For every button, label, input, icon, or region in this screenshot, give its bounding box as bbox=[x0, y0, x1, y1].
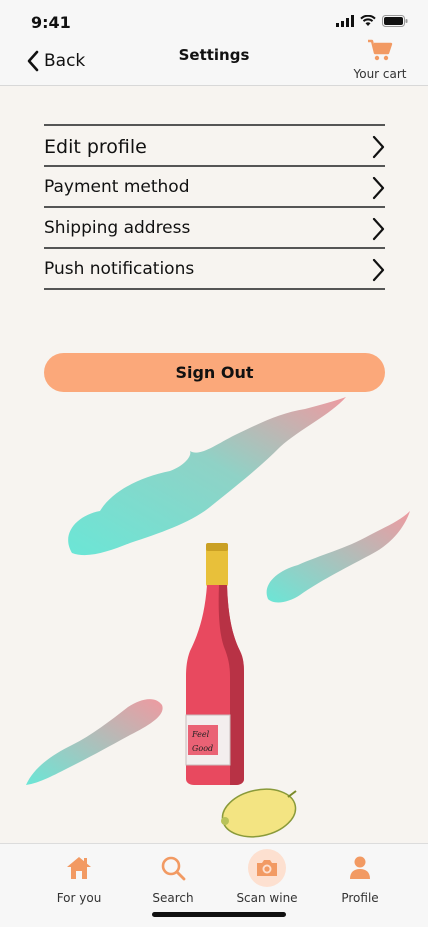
cart-button[interactable]: Your cart bbox=[350, 38, 410, 81]
settings-item-label: Shipping address bbox=[44, 218, 191, 238]
tab-label: Scan wine bbox=[236, 891, 298, 905]
home-icon bbox=[67, 857, 91, 879]
chevron-right-icon bbox=[372, 217, 385, 241]
tab-label: Profile bbox=[341, 891, 379, 905]
bottle-label-line2: Good bbox=[192, 744, 213, 753]
sign-out-button[interactable]: Sign Out bbox=[44, 353, 385, 392]
chevron-right-icon bbox=[372, 258, 385, 282]
settings-item-payment-method[interactable]: Payment method bbox=[44, 165, 385, 206]
chevron-right-icon bbox=[372, 135, 385, 159]
tab-search[interactable]: Search bbox=[130, 850, 216, 905]
settings-item-push-notifications[interactable]: Push notifications bbox=[44, 247, 385, 290]
settings-item-label: Edit profile bbox=[44, 136, 147, 158]
wifi-icon bbox=[360, 15, 376, 26]
smoke-wisp-right bbox=[266, 511, 410, 603]
settings-item-label: Payment method bbox=[44, 177, 190, 197]
tab-for-you[interactable]: For you bbox=[36, 850, 122, 905]
wine-illustration: Feel Good bbox=[26, 397, 410, 838]
smoke-wisp-bottom bbox=[26, 699, 163, 785]
smoke-wisp-large bbox=[68, 397, 346, 556]
cart-icon bbox=[368, 39, 393, 61]
bottle-label-line1: Feel bbox=[191, 730, 210, 739]
wine-bottle: Feel Good bbox=[185, 543, 244, 785]
nav-bar: Back Settings Your cart bbox=[0, 39, 428, 86]
camera-icon bbox=[248, 849, 286, 887]
search-icon bbox=[161, 856, 186, 881]
battery-icon bbox=[382, 15, 408, 27]
chevron-right-icon bbox=[372, 176, 385, 200]
tab-label: Search bbox=[152, 891, 194, 905]
lemon bbox=[221, 788, 297, 838]
tab-profile[interactable]: Profile bbox=[317, 850, 403, 905]
settings-item-label: Push notifications bbox=[44, 259, 195, 279]
tab-label: For you bbox=[56, 891, 102, 905]
settings-item-shipping-address[interactable]: Shipping address bbox=[44, 206, 385, 247]
status-time: 9:41 bbox=[31, 13, 71, 32]
cart-label: Your cart bbox=[353, 67, 407, 81]
home-indicator bbox=[152, 912, 286, 917]
settings-item-edit-profile[interactable]: Edit profile bbox=[44, 124, 385, 165]
settings-list: Edit profile Payment method Shipping add… bbox=[44, 124, 385, 290]
person-icon bbox=[350, 856, 370, 879]
tab-scan-wine[interactable]: Scan wine bbox=[224, 849, 310, 905]
status-icons bbox=[336, 15, 408, 27]
signal-icon bbox=[336, 15, 354, 27]
